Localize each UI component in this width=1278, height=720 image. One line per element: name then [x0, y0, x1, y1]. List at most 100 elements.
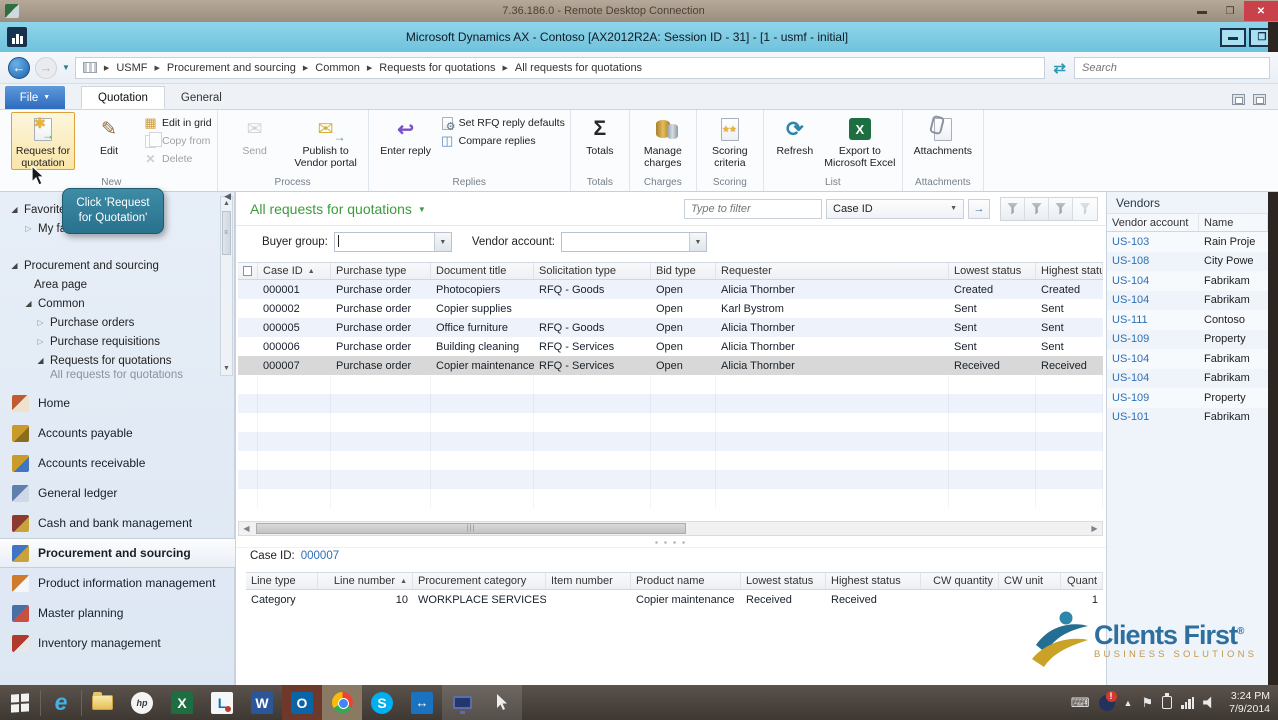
taskbar-outlook[interactable]: O [282, 685, 322, 720]
expanded-icon[interactable]: ◢ [10, 205, 19, 214]
filter-field-select[interactable]: Case ID ▼ [826, 198, 964, 219]
list-item[interactable]: US-104 Fabrikam [1107, 291, 1268, 311]
column-header-line-number[interactable]: Line number ▲ [318, 573, 413, 589]
collapsed-icon[interactable]: ▷ [24, 224, 33, 233]
network-icon[interactable] [1181, 696, 1195, 709]
export-to-excel-button[interactable]: X Export to Microsoft Excel [823, 112, 897, 170]
collapse-pane-icon[interactable]: ◀ [224, 192, 231, 202]
pane-splitter[interactable]: ▪ ▪ ▪ ▪ [236, 538, 1106, 548]
column-header-requester[interactable]: Requester [716, 263, 949, 279]
touch-keyboard-icon[interactable]: ⌨ [1071, 695, 1090, 711]
edit-button[interactable]: ✎ Edit [77, 112, 141, 158]
sidebar-item-home[interactable]: Home [0, 388, 235, 418]
column-header-lowest-status[interactable]: Lowest status [741, 573, 826, 589]
enter-reply-button[interactable]: ↩ Enter reply [374, 112, 438, 158]
column-header-item-number[interactable]: Item number [546, 573, 631, 589]
rdp-minimize-button[interactable]: ▬ [1188, 2, 1216, 20]
tree-item-procurement-and-sourcing[interactable]: ◢ Procurement and sourcing [10, 256, 235, 275]
expanded-icon[interactable]: ◢ [24, 299, 33, 308]
buyer-group-combobox[interactable]: ▼ [333, 232, 452, 252]
table-row[interactable]: 000006 Purchase order Building cleaning RF… [238, 337, 1103, 356]
column-header-vendor-account[interactable]: Vendor account [1107, 214, 1199, 231]
sidebar-item-accounts-payable[interactable]: Accounts payable [0, 418, 235, 448]
taskbar-clock[interactable]: 3:24 PM 7/9/2014 [1225, 690, 1270, 716]
ax-minimize-button[interactable]: ▬ [1220, 27, 1246, 47]
column-header-highest-status[interactable]: Highest status [826, 573, 921, 589]
show-hidden-icons[interactable]: ▲ [1124, 698, 1133, 708]
collapsed-icon[interactable]: ▷ [36, 318, 45, 327]
taskbar-word[interactable]: W [242, 685, 282, 720]
scrollbar-thumb[interactable]: ||| [256, 523, 686, 534]
window-arrange-icon[interactable] [1232, 94, 1245, 105]
taskbar-lync[interactable]: L [202, 685, 242, 720]
scrollbar-thumb[interactable]: ≡ [222, 211, 231, 255]
chevron-down-icon[interactable]: ▼ [688, 233, 706, 251]
taskbar-skype[interactable]: S [362, 685, 402, 720]
breadcrumb-section[interactable]: Common [315, 62, 360, 74]
table-row[interactable]: 000005 Purchase order Office furniture RFQ… [238, 318, 1103, 337]
list-item[interactable]: US-103 Rain Proje [1107, 232, 1268, 252]
action-center-flag-icon[interactable]: ⚑ [1141, 695, 1153, 711]
start-button[interactable] [0, 685, 40, 720]
taskbar-internet-explorer[interactable]: e [41, 685, 81, 720]
tab-quotation[interactable]: Quotation [81, 86, 165, 109]
column-header-highest-status[interactable]: Highest status [1036, 263, 1103, 279]
table-row[interactable]: 000001 Purchase order Photocopiers RFQ - G… [238, 280, 1103, 299]
taskbar-pointer-app[interactable] [482, 685, 522, 720]
column-header-purchase-type[interactable]: Purchase type [331, 263, 431, 279]
vendor-account-combobox[interactable]: ▼ [560, 232, 707, 252]
type-to-filter-input[interactable] [691, 202, 815, 215]
file-menu-button[interactable]: File ▼ [5, 86, 65, 109]
tree-item-common[interactable]: ◢ Common [10, 294, 235, 313]
scroll-right-icon[interactable]: ▶ [1087, 524, 1102, 533]
column-header-quantity[interactable]: Quant [1061, 573, 1103, 589]
list-item[interactable]: US-111 Contoso [1107, 310, 1268, 330]
forward-button[interactable]: → [35, 56, 57, 79]
request-for-quotation-button[interactable]: Request for quotation [11, 112, 75, 170]
advanced-filter-button[interactable] [1049, 197, 1073, 220]
sidebar-item-general-ledger[interactable]: General ledger [0, 478, 235, 508]
table-row-selected[interactable]: 000007 Purchase order Copier maintenance R… [238, 356, 1103, 375]
page-title-dropdown-icon[interactable]: ▼ [418, 205, 426, 214]
filter-by-grid-button[interactable] [1025, 197, 1049, 220]
filter-button[interactable] [1001, 197, 1025, 220]
publish-to-vendor-portal-button[interactable]: ✉ Publish to Vendor portal [289, 112, 363, 170]
rdp-close-button[interactable]: ✕ [1244, 1, 1278, 21]
list-item[interactable]: US-101 Fabrikam [1107, 408, 1268, 428]
breadcrumb[interactable]: ▶ USMF ▶ Procurement and sourcing ▶ Comm… [74, 56, 1046, 79]
rdp-restore-button[interactable]: ❒ [1216, 2, 1244, 20]
list-item[interactable]: US-108 City Powe [1107, 252, 1268, 272]
column-header-line-type[interactable]: Line type [246, 573, 318, 589]
column-header-document-title[interactable]: Document title [431, 263, 534, 279]
factbox-title[interactable]: Vendors [1107, 192, 1268, 214]
sidebar-item-cash-and-bank[interactable]: Cash and bank management [0, 508, 235, 538]
back-button[interactable]: ← [8, 56, 30, 79]
expanded-icon[interactable]: ◢ [10, 261, 19, 270]
list-item[interactable]: US-104 Fabrikam [1107, 349, 1268, 369]
tree-item-purchase-orders[interactable]: ▷ Purchase orders [10, 313, 235, 332]
tab-general[interactable]: General [165, 86, 238, 109]
column-header-product-name[interactable]: Product name [631, 573, 741, 589]
sidebar-item-procurement-and-sourcing[interactable]: Procurement and sourcing [0, 538, 235, 568]
sidebar-item-master-planning[interactable]: Master planning [0, 598, 235, 628]
list-item[interactable]: US-104 Fabrikam [1107, 369, 1268, 389]
apply-filter-button[interactable]: → [968, 198, 990, 219]
breadcrumb-module[interactable]: Procurement and sourcing [167, 62, 296, 74]
expanded-icon[interactable]: ◢ [36, 356, 45, 365]
breadcrumb-page[interactable]: All requests for quotations [515, 62, 642, 74]
scoring-criteria-button[interactable]: Scoring criteria [702, 112, 758, 170]
alert-icon[interactable] [1098, 690, 1117, 711]
table-row[interactable]: Category 10 WORKPLACE SERVICES Copier ma… [246, 590, 1103, 609]
chevron-down-icon[interactable]: ▼ [433, 233, 451, 251]
volume-icon[interactable] [1203, 696, 1212, 709]
delete-button[interactable]: ✕ Delete [143, 152, 212, 166]
list-item[interactable]: US-104 Fabrikam [1107, 271, 1268, 291]
column-header-solicitation-type[interactable]: Solicitation type [534, 263, 651, 279]
column-header-lowest-status[interactable]: Lowest status [949, 263, 1036, 279]
tree-item-all-requests-clipped[interactable]: All requests for quotations [10, 370, 235, 380]
taskbar-chrome[interactable] [322, 685, 362, 720]
horizontal-scrollbar[interactable]: ◀ ||| ▶ [238, 521, 1103, 536]
sidebar-item-inventory-management[interactable]: Inventory management [0, 628, 235, 658]
totals-button[interactable]: Σ Totals [576, 112, 624, 158]
tree-item-area-page[interactable]: Area page [10, 275, 235, 294]
